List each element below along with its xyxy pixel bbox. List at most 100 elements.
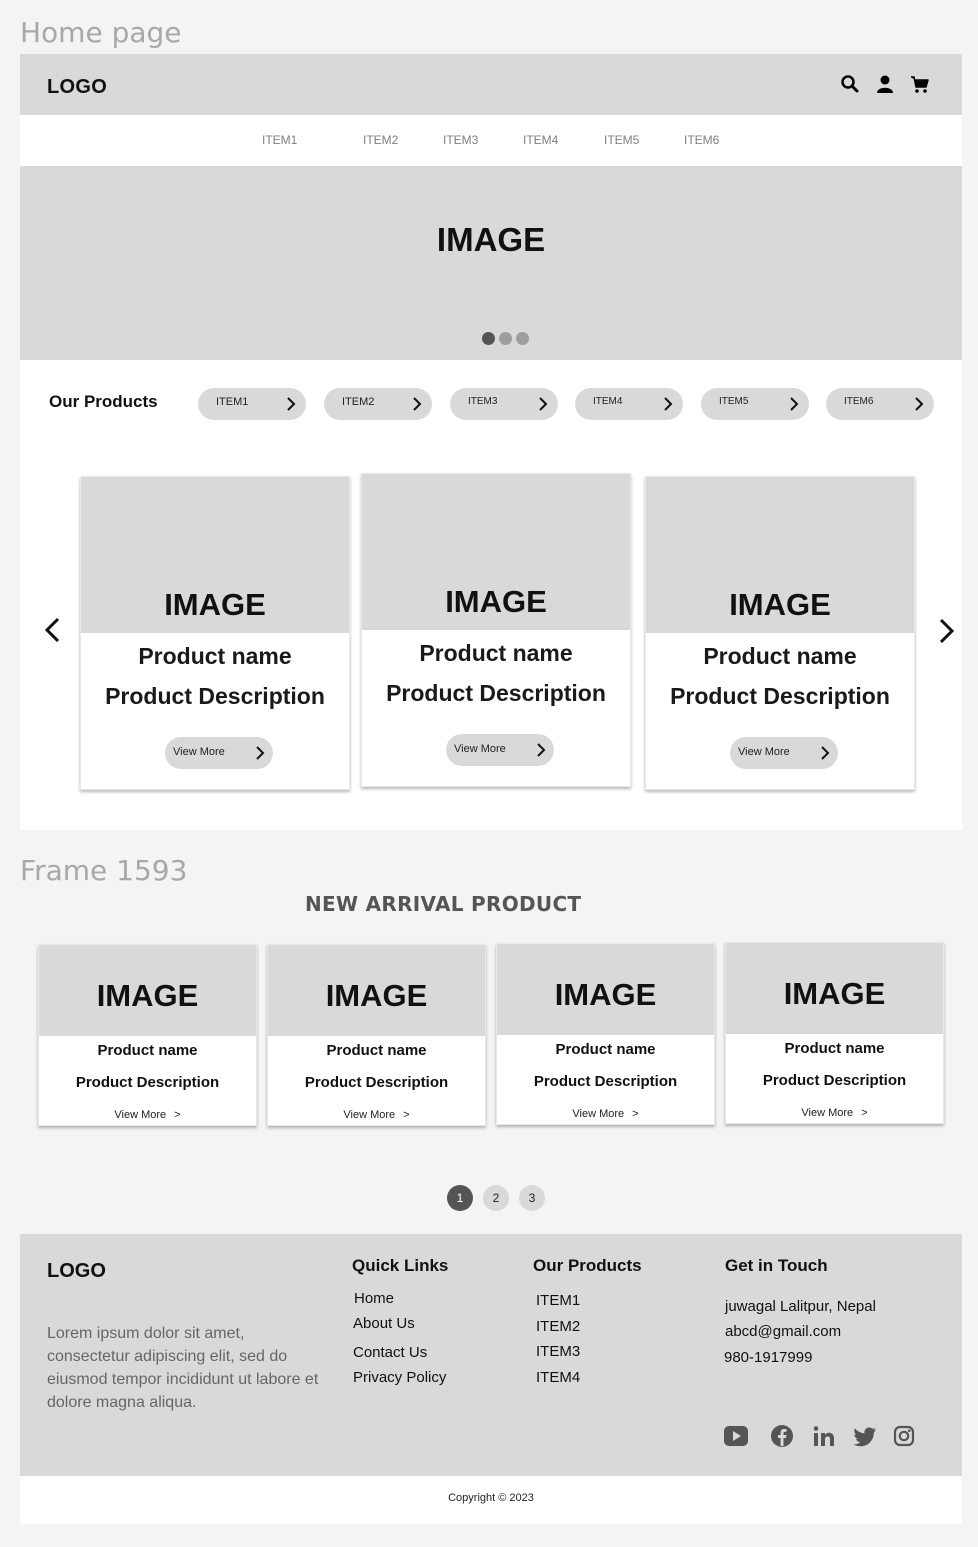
product-description: Product Description <box>670 683 890 709</box>
header-logo[interactable]: LOGO <box>47 76 107 99</box>
footer-product-item-4[interactable]: ITEM4 <box>536 1369 580 1386</box>
footer-product-item-2[interactable]: ITEM2 <box>536 1318 580 1335</box>
view-more-label: View More <box>114 1109 167 1121</box>
contact-phone[interactable]: 980-1917999 <box>724 1349 812 1366</box>
instagram-icon[interactable] <box>892 1424 916 1448</box>
image-placeholder-text: IMAGE <box>729 587 831 622</box>
nav-item-3[interactable]: ITEM3 <box>443 133 478 147</box>
page-button-3[interactable]: 3 <box>519 1185 545 1211</box>
product-image: IMAGE <box>497 944 714 1035</box>
view-more-label: View More <box>454 743 506 755</box>
nav-item-2[interactable]: ITEM2 <box>363 133 398 147</box>
footer-link-contact[interactable]: Contact Us <box>353 1344 427 1361</box>
chevron-right-icon <box>821 746 830 760</box>
footer-products-title: Our Products <box>533 1256 642 1275</box>
filter-item-4[interactable]: ITEM4 <box>575 388 683 420</box>
contact-address: juwagal Lalitpur, Nepal <box>725 1298 876 1315</box>
product-name: Product name <box>784 1040 885 1057</box>
cart-icon[interactable] <box>910 74 930 94</box>
filter-item-6[interactable]: ITEM6 <box>826 388 934 420</box>
hero-banner: IMAGE <box>20 166 962 360</box>
footer-link-privacy[interactable]: Privacy Policy <box>353 1369 446 1386</box>
product-name: Product name <box>703 643 857 669</box>
view-more-button[interactable]: View More <box>165 737 273 769</box>
footer-product-item-1[interactable]: ITEM1 <box>536 1292 580 1309</box>
footer-product-item-3[interactable]: ITEM3 <box>536 1343 580 1360</box>
frame-label-home: Home page <box>20 16 182 49</box>
product-name: Product name <box>326 1042 427 1059</box>
page-button-2[interactable]: 2 <box>483 1185 509 1211</box>
hero-dot-2[interactable] <box>499 332 512 345</box>
carousel-next-icon[interactable] <box>937 617 957 645</box>
view-more-button[interactable]: View More <box>446 734 554 766</box>
view-more-link[interactable]: View More > <box>726 1107 943 1119</box>
page-button-1[interactable]: 1 <box>447 1185 473 1211</box>
nav-item-4[interactable]: ITEM4 <box>523 133 558 147</box>
hero-image-placeholder: IMAGE <box>436 221 546 258</box>
product-card: IMAGE Product name Product Description V… <box>361 473 631 787</box>
image-placeholder-text: IMAGE <box>783 976 886 1011</box>
product-description: Product Description <box>75 1074 220 1091</box>
filter-label: ITEM6 <box>844 396 874 407</box>
product-name: Product name <box>419 640 573 666</box>
hero-dot-3[interactable] <box>516 332 529 345</box>
chevron-right-icon <box>664 397 673 411</box>
arrival-card: IMAGE Product name Product Description V… <box>725 942 944 1124</box>
view-more-link[interactable]: View More > <box>268 1109 485 1121</box>
image-placeholder-text: IMAGE <box>325 978 428 1013</box>
nav-item-5[interactable]: ITEM5 <box>604 133 639 147</box>
quick-links-title: Quick Links <box>352 1256 449 1275</box>
filter-item-3[interactable]: ITEM3 <box>450 388 558 420</box>
twitter-icon[interactable] <box>853 1424 877 1448</box>
filter-item-5[interactable]: ITEM5 <box>701 388 809 420</box>
product-card: IMAGE Product name Product Description V… <box>645 476 915 790</box>
chevron-right-icon <box>790 397 799 411</box>
footer-logo[interactable]: LOGO <box>47 1260 106 1283</box>
arrival-card: IMAGE Product name Product Description V… <box>496 943 715 1125</box>
arrow-icon: > <box>861 1107 868 1119</box>
footer-link-home[interactable]: Home <box>354 1290 394 1307</box>
arrival-card: IMAGE Product name Product Description V… <box>267 944 486 1126</box>
view-more-button[interactable]: View More <box>730 737 838 769</box>
image-placeholder-text: IMAGE <box>554 977 657 1012</box>
contact-title: Get in Touch <box>725 1256 828 1275</box>
search-icon[interactable] <box>840 74 860 94</box>
facebook-icon[interactable] <box>770 1424 794 1448</box>
arrow-icon: > <box>403 1109 410 1121</box>
view-more-link[interactable]: View More > <box>39 1109 256 1121</box>
view-more-label: View More <box>572 1108 625 1120</box>
view-more-label: View More <box>801 1107 854 1119</box>
filter-label: ITEM2 <box>342 396 375 408</box>
hero-dot-1[interactable] <box>482 332 495 345</box>
footer-about-text: Lorem ipsum dolor sit amet, consectetur … <box>47 1325 319 1411</box>
product-image: IMAGE <box>362 474 630 630</box>
nav-item-1[interactable]: ITEM1 <box>262 133 297 147</box>
product-image: IMAGE <box>646 477 914 633</box>
product-name: Product name <box>97 1042 198 1059</box>
filter-label: ITEM5 <box>719 396 749 407</box>
linkedin-icon[interactable] <box>812 1424 836 1448</box>
youtube-icon[interactable] <box>723 1424 749 1448</box>
product-description: Product Description <box>304 1074 449 1091</box>
product-description: Product Description <box>533 1073 678 1090</box>
view-more-label: View More <box>343 1109 396 1121</box>
arrow-icon: > <box>174 1109 181 1121</box>
filter-item-1[interactable]: ITEM1 <box>198 388 306 420</box>
frame-label-1593: Frame 1593 <box>20 854 188 887</box>
view-more-link[interactable]: View More > <box>497 1108 714 1120</box>
product-name: Product name <box>138 643 292 669</box>
product-card: IMAGE Product name Product Description V… <box>80 476 350 790</box>
view-more-label: View More <box>738 746 790 758</box>
user-icon[interactable] <box>875 74 895 94</box>
filter-item-2[interactable]: ITEM2 <box>324 388 432 420</box>
filter-label: ITEM4 <box>593 396 623 407</box>
product-image: IMAGE <box>39 945 256 1036</box>
nav-item-6[interactable]: ITEM6 <box>684 133 719 147</box>
footer-link-about[interactable]: About Us <box>353 1315 415 1332</box>
product-image: IMAGE <box>81 477 349 633</box>
contact-email[interactable]: abcd@gmail.com <box>725 1323 841 1340</box>
image-placeholder-text: IMAGE <box>96 978 199 1013</box>
image-placeholder-text: IMAGE <box>445 584 547 619</box>
product-description: Product Description <box>105 683 325 709</box>
carousel-prev-icon[interactable] <box>42 616 62 644</box>
